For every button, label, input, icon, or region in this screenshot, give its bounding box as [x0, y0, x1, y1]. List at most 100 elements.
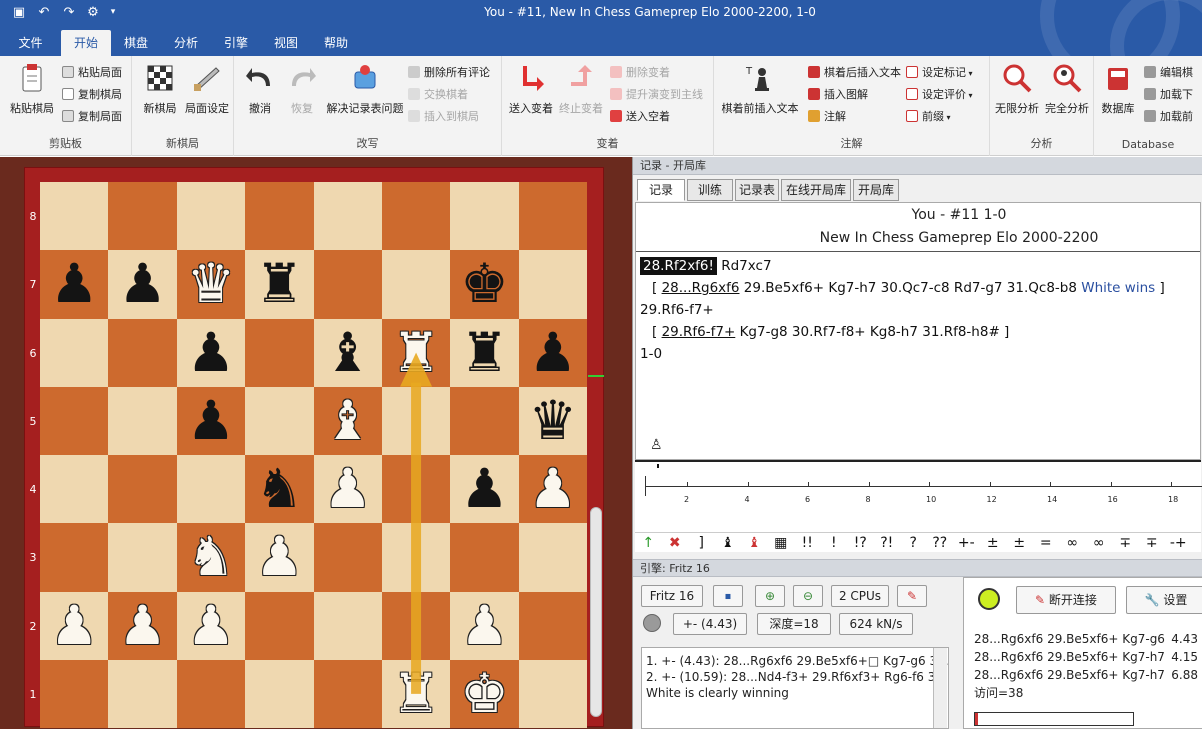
- notation-panel[interactable]: You - #11 1-0 New In Chess Gameprep Elo …: [635, 202, 1201, 460]
- notation-line[interactable]: 29.Rf6-f7+: [640, 302, 714, 318]
- copy-position-button[interactable]: 复制局面: [62, 108, 122, 126]
- board-square[interactable]: [381, 250, 451, 319]
- annotation-symbol-button[interactable]: =: [1033, 533, 1060, 552]
- tab-opening-book[interactable]: 开局库: [853, 179, 899, 201]
- board-square[interactable]: [313, 182, 382, 251]
- annotation-symbol-button[interactable]: ∞: [1059, 533, 1086, 552]
- black-piece[interactable]: ♟: [40, 250, 108, 318]
- text-before-move-button[interactable]: T 棋着前插入文本: [718, 62, 802, 116]
- black-piece[interactable]: ♝: [314, 319, 382, 387]
- tab-analysis[interactable]: 分析: [168, 30, 204, 56]
- black-piece[interactable]: ♚: [450, 250, 518, 318]
- annotation-symbol-button[interactable]: !?: [847, 533, 874, 552]
- delete-variation-button[interactable]: 删除变着: [610, 64, 670, 82]
- zoom-in-icon[interactable]: ⊕: [755, 585, 785, 607]
- move-text[interactable]: Kg7-g8 30.Rf7-f8+ Kg8-h7 31.Rf8-h8# ]: [735, 324, 1010, 340]
- insert-into-game-button[interactable]: 插入到棋局: [408, 108, 479, 126]
- tab-online-book[interactable]: 在线开局库: [781, 179, 851, 201]
- evaluation-graph[interactable]: 2 4 6 8 10 12 14 16 18: [635, 460, 1202, 532]
- engine-scrollbar[interactable]: [933, 648, 947, 728]
- annotation-symbol-button[interactable]: ??: [927, 533, 954, 552]
- board-square[interactable]: [176, 455, 246, 524]
- annotation-symbol-button[interactable]: !: [821, 533, 848, 552]
- black-piece[interactable]: ♞: [245, 455, 313, 523]
- paste-game-button[interactable]: 粘贴棋局: [6, 62, 58, 116]
- white-piece[interactable]: ♛: [177, 250, 245, 318]
- set-eval-button[interactable]: 设定评价 ▾: [906, 86, 973, 104]
- annotation-symbol-button[interactable]: !!: [794, 533, 821, 552]
- engine-output[interactable]: 1. +- (4.43): 28...Rg6xf6 29.Be5xf6+□ Kg…: [641, 647, 949, 729]
- black-piece[interactable]: ♛: [519, 387, 587, 455]
- white-piece[interactable]: ♜: [382, 319, 450, 387]
- black-piece[interactable]: ♟: [177, 387, 245, 455]
- board-square[interactable]: [108, 318, 177, 387]
- board-square[interactable]: [176, 659, 246, 728]
- annotation-symbol-button[interactable]: ▦: [768, 533, 795, 552]
- new-game-button[interactable]: 新棋局: [136, 62, 184, 116]
- swap-moves-button[interactable]: 交换棋着: [408, 86, 468, 104]
- undo-button[interactable]: 撤消: [240, 62, 280, 116]
- promote-variation-button[interactable]: 提升演变到主线: [610, 86, 703, 104]
- board-square[interactable]: [518, 250, 588, 319]
- tab-help[interactable]: 帮助: [318, 30, 354, 56]
- engine-name[interactable]: Fritz 16: [641, 585, 703, 607]
- move-text[interactable]: 29.Be5xf6+ Kg7-h7 30.Qc7-c8 Rd7-g7 31.Qc…: [739, 280, 1081, 296]
- board-square[interactable]: [518, 591, 588, 660]
- board-square[interactable]: [108, 386, 177, 455]
- text-after-move-button[interactable]: 棋着后插入文本: [808, 64, 901, 82]
- board-square[interactable]: [245, 591, 314, 660]
- board-square[interactable]: [108, 659, 177, 728]
- tab-training[interactable]: 训练: [687, 179, 733, 201]
- set-mark-button[interactable]: 设定标记 ▾: [906, 64, 973, 82]
- black-piece[interactable]: ♟: [450, 455, 518, 523]
- white-piece[interactable]: ♟: [450, 592, 518, 660]
- enter-variation-button[interactable]: 送入变着: [506, 62, 556, 116]
- enter-null-move-button[interactable]: 送入空着: [610, 108, 670, 126]
- board-square[interactable]: [381, 182, 451, 251]
- database-button[interactable]: 数据库: [1098, 62, 1138, 116]
- load-prev-button[interactable]: 加载前: [1144, 108, 1193, 126]
- tab-notation[interactable]: 记录: [637, 179, 685, 201]
- board-square[interactable]: [450, 182, 519, 251]
- kibitzer-line[interactable]: 28...Rg6xf6 29.Be5xf6+ Kg7-h7 6.88: [974, 668, 1198, 682]
- current-move[interactable]: 28.Rf2xf6!: [640, 257, 717, 275]
- tab-view[interactable]: 视图: [268, 30, 304, 56]
- insert-diagram-button[interactable]: 插入图解: [808, 86, 868, 104]
- annotation-symbol-button[interactable]: ✖: [662, 533, 689, 552]
- kibitzer-line[interactable]: 28...Rg6xf6 29.Be5xf6+ Kg7-g6 4.43: [974, 632, 1198, 646]
- delete-comments-button[interactable]: 删除所有评论: [408, 64, 490, 82]
- board-square[interactable]: [518, 182, 588, 251]
- white-piece[interactable]: ♜: [382, 660, 450, 728]
- annotation-symbol-button[interactable]: ±: [980, 533, 1007, 552]
- board-square[interactable]: [313, 659, 382, 728]
- board-square[interactable]: [450, 386, 519, 455]
- white-piece[interactable]: ♞: [177, 523, 245, 591]
- annotation-symbol-button[interactable]: ∓: [1139, 533, 1166, 552]
- board-square[interactable]: [245, 386, 314, 455]
- annotation-symbol-button[interactable]: ]: [688, 533, 715, 552]
- board-square[interactable]: [381, 455, 451, 524]
- board-square[interactable]: [40, 182, 109, 251]
- disconnect-button[interactable]: ✎ 断开连接: [1016, 586, 1116, 614]
- paste-position-button[interactable]: 粘贴局面: [62, 64, 122, 82]
- board-square[interactable]: [108, 455, 177, 524]
- settings-button[interactable]: 🔧 设置: [1126, 586, 1202, 614]
- kibitzer-line[interactable]: 28...Rg6xf6 29.Be5xf6+ Kg7-h7 4.15: [974, 650, 1198, 664]
- annotation-symbol-button[interactable]: ↑: [635, 533, 662, 552]
- edit-game-button[interactable]: 编辑棋: [1144, 64, 1193, 82]
- black-piece[interactable]: ♟: [177, 319, 245, 387]
- solve-notation-button[interactable]: 解决记录表问题: [324, 62, 406, 116]
- board-scrollbar[interactable]: [590, 507, 602, 717]
- annotation-symbol-button[interactable]: ±: [1006, 533, 1033, 552]
- full-analysis-button[interactable]: 完全分析: [1042, 62, 1092, 116]
- white-piece[interactable]: ♟: [177, 592, 245, 660]
- tab-home[interactable]: 开始: [61, 30, 111, 56]
- board-square[interactable]: [450, 523, 519, 592]
- board-square[interactable]: [381, 386, 451, 455]
- chessboard[interactable]: ♟ ♟ ♛ ♜ ♚ ♟ ♝ ♜ ♜ ♟ ♟ ♝ ♛ ♞ ♟ ♟ ♟ ♞ ♟ ♟ ♟ ♟ ♟ ♜ ♚: [40, 182, 588, 728]
- prefix-button[interactable]: 前缀 ▾: [906, 108, 951, 126]
- board-square[interactable]: [40, 318, 109, 387]
- board-square[interactable]: [313, 523, 382, 592]
- annotation-symbol-button[interactable]: ?!: [874, 533, 901, 552]
- redo-button[interactable]: 恢复: [282, 62, 322, 116]
